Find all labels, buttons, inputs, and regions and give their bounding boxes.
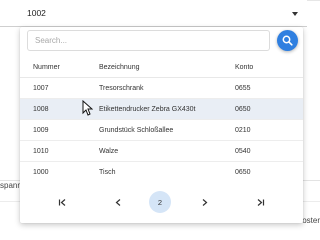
- cell-account: 0650: [235, 106, 251, 113]
- cell-account: 0210: [235, 127, 251, 134]
- chevron-down-icon[interactable]: [292, 12, 298, 16]
- next-page-button[interactable]: [195, 193, 213, 211]
- pagination: 2: [20, 187, 303, 213]
- page-button-current[interactable]: 2: [149, 191, 171, 213]
- select-value: 1002: [27, 8, 46, 18]
- last-page-button[interactable]: [251, 193, 269, 211]
- previous-page-icon: [115, 198, 120, 206]
- table-row[interactable]: 1000 Tisch 0650: [20, 162, 303, 178]
- cell-number: 1000: [33, 169, 49, 176]
- column-header-description: Bezeichnung: [99, 64, 140, 71]
- table-row[interactable]: 1010 Walze 0540: [20, 141, 303, 162]
- background-label-fragment: spann: [0, 181, 22, 190]
- column-header-account: Konto: [235, 64, 254, 71]
- cell-number: 1007: [33, 85, 49, 92]
- table-body: 1007 Tresorschrank 0655 1008 Etikettendr…: [20, 78, 303, 178]
- cell-account: 0540: [235, 148, 251, 155]
- table-row-highlighted[interactable]: 1008 Etikettendrucker Zebra GX430t 0650: [20, 99, 303, 120]
- cell-account: 0650: [235, 169, 251, 176]
- cell-description: Tisch: [99, 169, 116, 176]
- dropdown-panel: Nummer Bezeichnung Konto 1007 Tresorschr…: [20, 27, 303, 223]
- background-label-fragment: oster: [302, 216, 320, 225]
- cell-description: Tresorschrank: [99, 85, 144, 92]
- last-page-icon: [257, 198, 264, 206]
- cell-description: Walze: [99, 148, 119, 155]
- article-select[interactable]: 1002: [0, 0, 307, 27]
- column-header-number: Nummer: [33, 64, 60, 71]
- first-page-icon: [58, 198, 65, 206]
- table-row[interactable]: 1007 Tresorschrank 0655: [20, 78, 303, 99]
- cell-description: Etikettendrucker Zebra GX430t: [99, 106, 196, 113]
- next-page-icon: [202, 198, 207, 206]
- cell-number: 1009: [33, 127, 49, 134]
- table-row[interactable]: 1009 Grundstück Schloßallee 0210: [20, 120, 303, 141]
- cell-number: 1008: [33, 106, 49, 113]
- previous-page-button[interactable]: [109, 193, 127, 211]
- cell-number: 1010: [33, 148, 49, 155]
- cell-account: 0655: [235, 85, 251, 92]
- mouse-cursor-icon: [82, 100, 93, 116]
- search-button[interactable]: [277, 30, 298, 51]
- first-page-button[interactable]: [53, 193, 71, 211]
- cell-description: Grundstück Schloßallee: [99, 127, 174, 134]
- search-icon: [282, 35, 293, 46]
- search-input[interactable]: [27, 30, 270, 51]
- table-header: Nummer Bezeichnung Konto: [20, 57, 303, 78]
